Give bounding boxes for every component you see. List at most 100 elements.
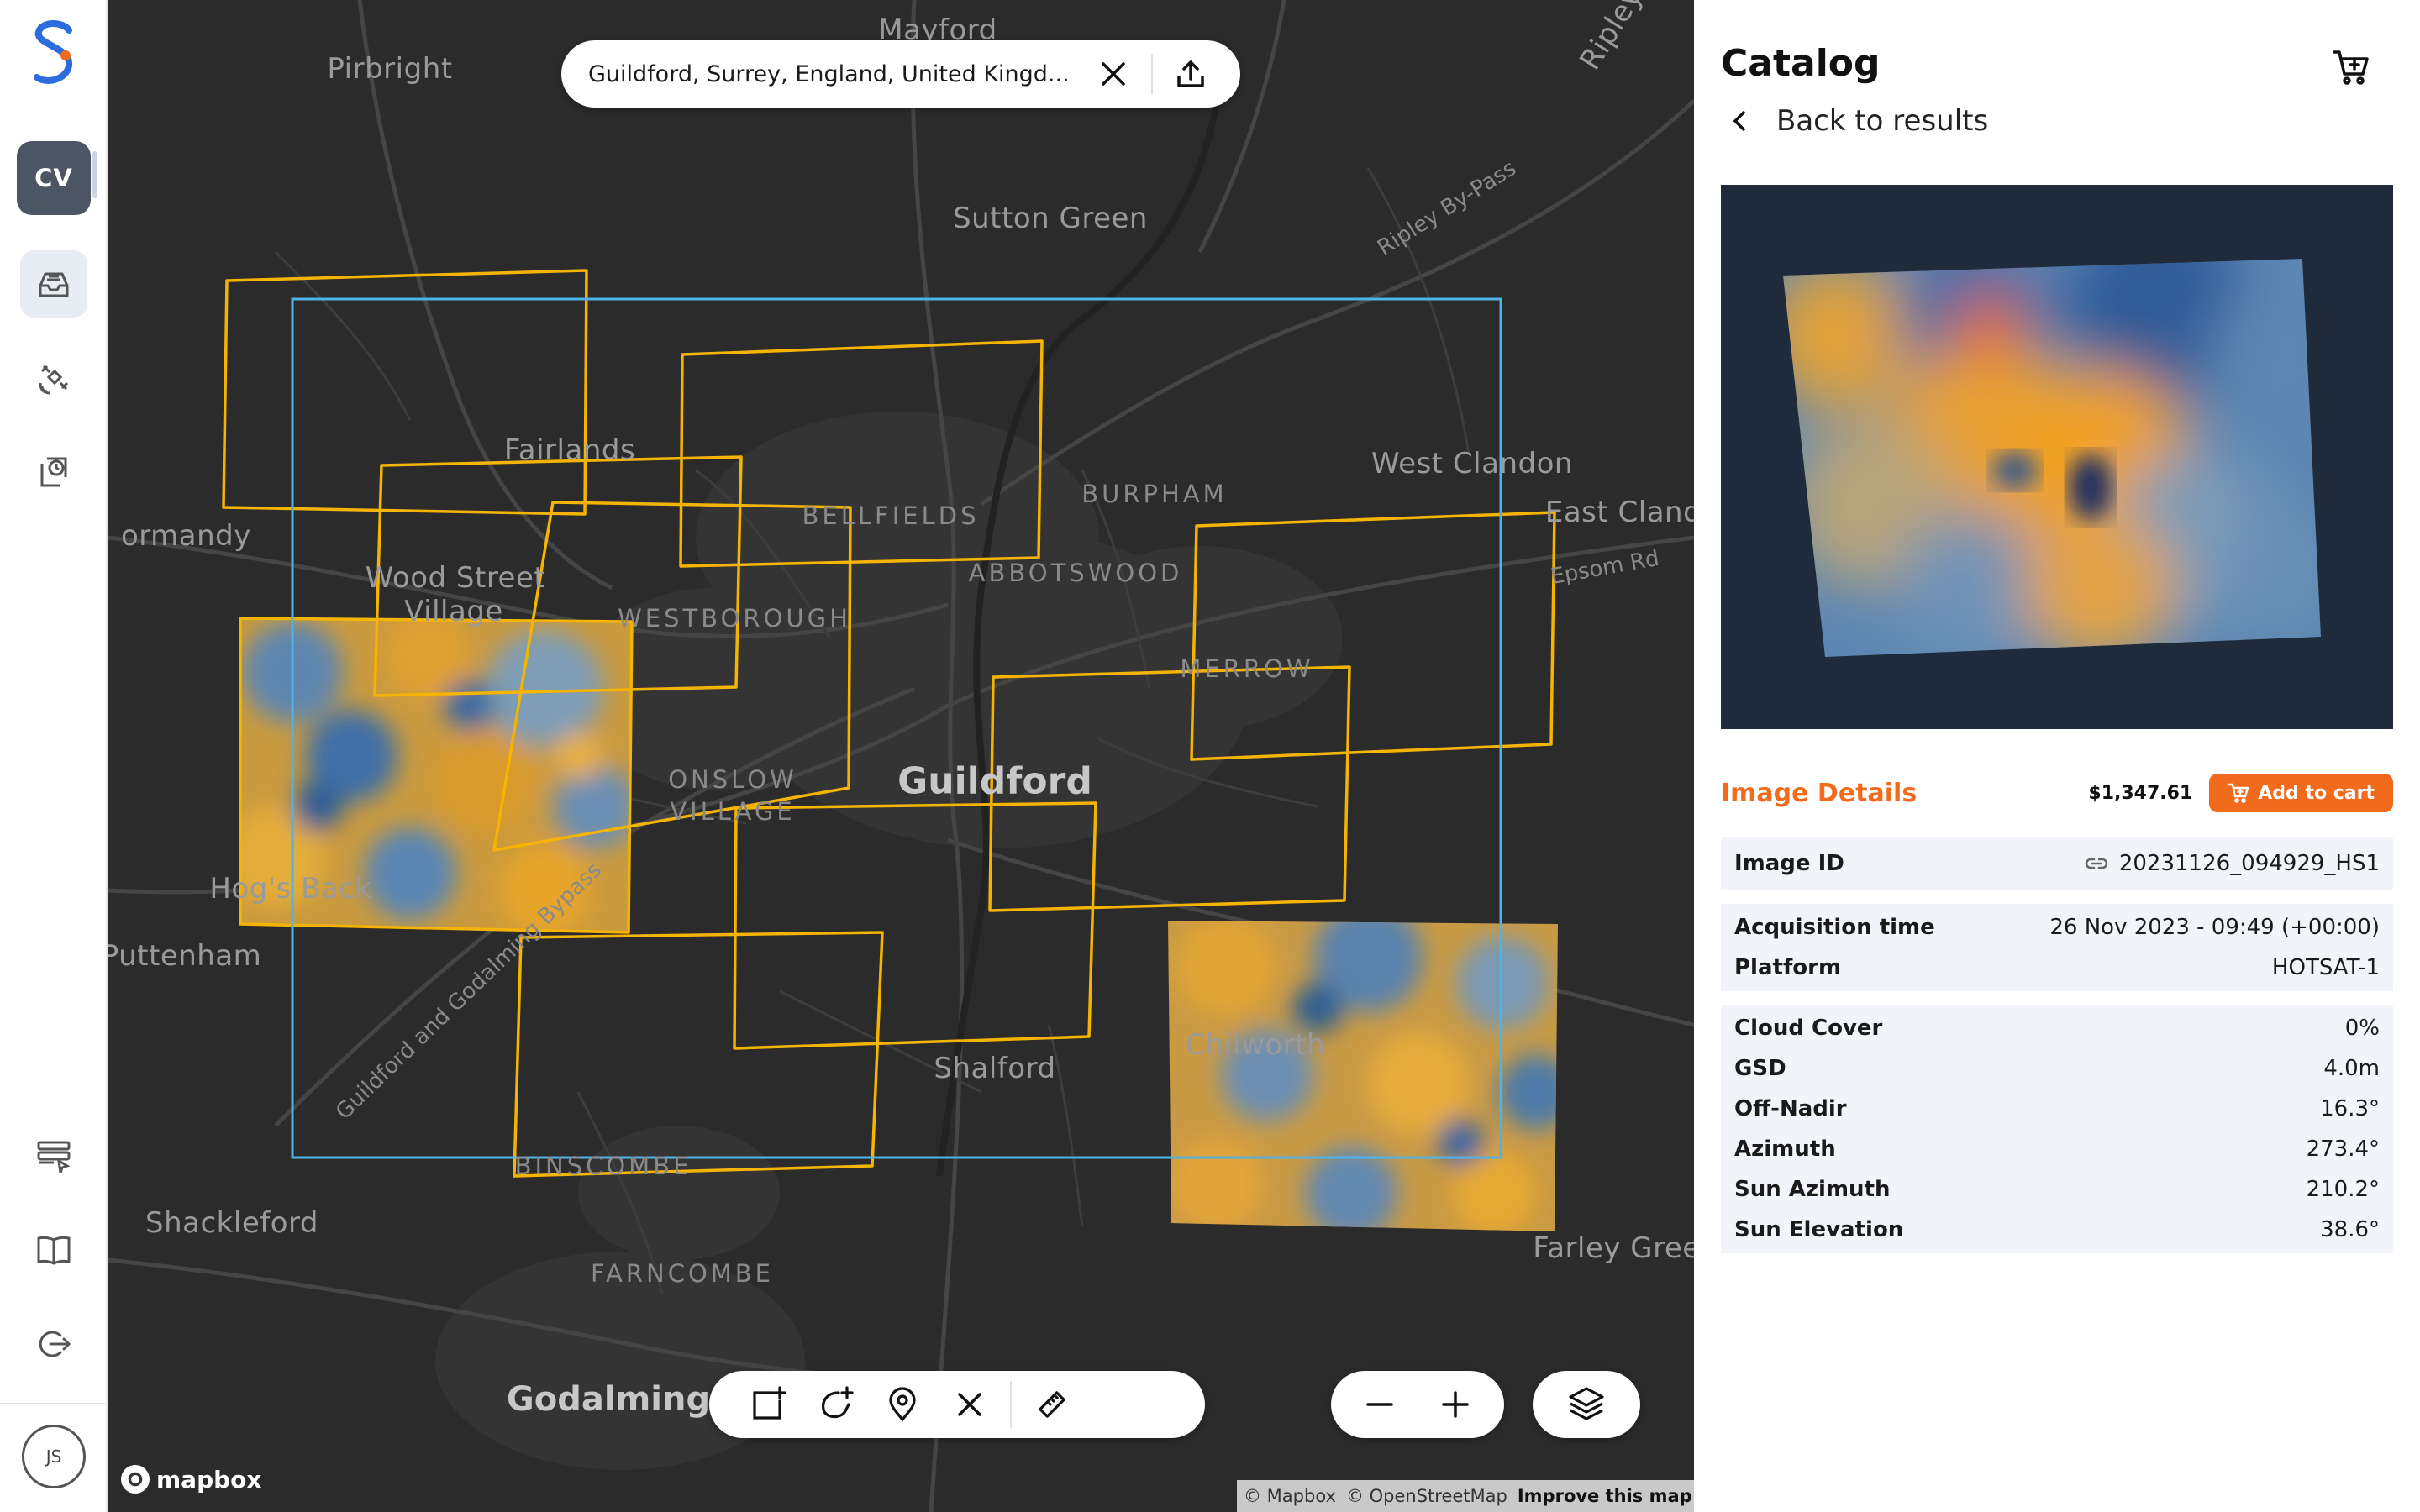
info-label: Image ID bbox=[1734, 851, 1844, 876]
info-label: Azimuth bbox=[1734, 1137, 1836, 1162]
place-label: Godalming bbox=[506, 1380, 711, 1419]
left-rail: CV JS bbox=[0, 0, 108, 1512]
basemap bbox=[108, 0, 1694, 1512]
nav-catalog[interactable] bbox=[20, 250, 87, 318]
info-value: 4.0m bbox=[2323, 1056, 2380, 1081]
plus-icon bbox=[1442, 1391, 1469, 1418]
info-value: HOTSAT-1 bbox=[2271, 955, 2380, 980]
place-label: Shackleford bbox=[145, 1206, 318, 1240]
mapbox-logo[interactable]: mapbox bbox=[121, 1465, 261, 1494]
satellite-icon bbox=[39, 365, 69, 395]
drop-pin-button[interactable] bbox=[869, 1375, 936, 1434]
info-value: 16.3° bbox=[2320, 1096, 2380, 1121]
divider bbox=[1151, 54, 1153, 94]
close-icon bbox=[1102, 62, 1125, 86]
info-value: 38.6° bbox=[2320, 1217, 2380, 1242]
history-clock-icon bbox=[40, 457, 67, 487]
catalog-tray-icon bbox=[39, 272, 69, 297]
mapbox-logo-icon bbox=[121, 1465, 150, 1494]
back-to-results-link[interactable]: Back to results bbox=[1728, 104, 1988, 138]
place-label: Farley Gree bbox=[1533, 1231, 1694, 1265]
place-label: West Clandon bbox=[1371, 447, 1573, 480]
acquisition-block: Acquisition time 26 Nov 2023 - 09:49 (+0… bbox=[1721, 904, 2393, 991]
info-row: GSD 4.0m bbox=[1734, 1048, 2380, 1089]
info-row: Sun Elevation 38.6° bbox=[1734, 1210, 2380, 1250]
link-icon[interactable] bbox=[2084, 851, 2109, 876]
mapbox-attribution-link[interactable]: © Mapbox bbox=[1244, 1486, 1336, 1506]
place-label: Puttenham bbox=[108, 939, 262, 973]
thermal-overlay-east bbox=[1168, 921, 1558, 1231]
place-label: ormandy bbox=[121, 519, 251, 553]
cart-icon[interactable] bbox=[2331, 47, 2371, 87]
info-label: Sun Elevation bbox=[1734, 1217, 1904, 1242]
active-indicator bbox=[92, 151, 97, 198]
info-label: Sun Azimuth bbox=[1734, 1177, 1891, 1202]
place-label: MERROW bbox=[1180, 654, 1314, 683]
upload-aoi-button[interactable] bbox=[1161, 45, 1220, 103]
upload-icon bbox=[1177, 60, 1204, 87]
details-title: Image Details bbox=[1721, 778, 1918, 808]
info-row: Sun Azimuth 210.2° bbox=[1734, 1169, 2380, 1210]
tasks-list-icon bbox=[37, 1141, 71, 1173]
info-label: Cloud Cover bbox=[1734, 1016, 1883, 1041]
image-id-value: 20231126_094929_HS1 bbox=[2118, 851, 2380, 876]
place-label-city: Guildford bbox=[897, 759, 1092, 803]
place-label: Village bbox=[404, 595, 503, 628]
nav-docs[interactable] bbox=[20, 1216, 87, 1284]
add-to-cart-button[interactable]: Add to cart bbox=[2209, 774, 2393, 812]
clear-drawing-button[interactable] bbox=[936, 1375, 1003, 1434]
place-label: BURPHAM bbox=[1081, 480, 1228, 508]
mapbox-logo-text: mapbox bbox=[156, 1465, 262, 1494]
draw-polygon-button[interactable] bbox=[802, 1375, 869, 1434]
osm-attribution-link[interactable]: © OpenStreetMap bbox=[1346, 1486, 1507, 1506]
layers-button[interactable] bbox=[1533, 1371, 1640, 1438]
place-label: Hog's Back bbox=[209, 872, 372, 906]
measure-button[interactable] bbox=[1018, 1375, 1086, 1434]
zoom-in-button[interactable] bbox=[1426, 1375, 1485, 1434]
ruler-icon bbox=[1039, 1391, 1065, 1418]
place-label: ONSLOW bbox=[668, 765, 797, 794]
panel-title: Catalog bbox=[1721, 42, 1881, 85]
place-label: FARNCOMBE bbox=[590, 1259, 775, 1288]
logout-icon bbox=[39, 1331, 71, 1357]
info-value: 20231126_094929_HS1 bbox=[2084, 851, 2380, 876]
image-preview[interactable] bbox=[1721, 185, 2393, 729]
place-label: VILLAGE bbox=[670, 797, 796, 826]
stacked-s-logo-icon[interactable] bbox=[30, 18, 77, 91]
place-label: Pirbright bbox=[327, 52, 453, 86]
draw-polygon-icon bbox=[822, 1386, 854, 1419]
info-row: Acquisition time 26 Nov 2023 - 09:49 (+0… bbox=[1734, 907, 2380, 948]
minus-icon bbox=[1366, 1403, 1393, 1406]
book-icon bbox=[37, 1236, 71, 1265]
nav-tasks[interactable] bbox=[20, 1122, 87, 1189]
image-details-header: Image Details $1,347.61 Add to cart bbox=[1721, 771, 2393, 815]
workspace-badge[interactable]: CV bbox=[17, 141, 91, 215]
improve-map-link[interactable]: Improve this map bbox=[1518, 1486, 1692, 1506]
draw-rectangle-button[interactable] bbox=[734, 1375, 802, 1434]
zoom-out-button[interactable] bbox=[1350, 1375, 1409, 1434]
map-canvas[interactable]: Mayford Pirbright Ripley Sutton Green Ri… bbox=[108, 0, 1694, 1512]
search-input[interactable]: Guildford, Surrey, England, United Kingd… bbox=[588, 61, 1084, 87]
nav-tasking[interactable] bbox=[20, 344, 87, 412]
info-label: GSD bbox=[1734, 1056, 1786, 1081]
add-cart-icon bbox=[2228, 783, 2249, 803]
clear-search-button[interactable] bbox=[1084, 45, 1143, 103]
price-label: $1,347.61 bbox=[2088, 782, 2193, 804]
add-to-cart-label: Add to cart bbox=[2258, 782, 2375, 804]
info-label: Platform bbox=[1734, 955, 1842, 980]
nav-history[interactable] bbox=[20, 438, 87, 506]
preview-thumbnail bbox=[1783, 259, 2321, 657]
info-value: 273.4° bbox=[2306, 1137, 2380, 1162]
draw-toolbar bbox=[709, 1371, 1205, 1438]
info-value: 26 Nov 2023 - 09:49 (+00:00) bbox=[2049, 915, 2380, 940]
layers-icon bbox=[1569, 1387, 1604, 1420]
place-label: WESTBOROUGH bbox=[618, 604, 851, 633]
info-row: Image ID 20231126_094929_HS1 bbox=[1734, 843, 2380, 884]
info-row: Azimuth 273.4° bbox=[1734, 1129, 2380, 1169]
nav-logout[interactable] bbox=[20, 1310, 87, 1378]
metrics-block: Cloud Cover 0% GSD 4.0m Off-Nadir 16.3° … bbox=[1721, 1005, 2393, 1253]
user-avatar[interactable]: JS bbox=[22, 1425, 86, 1488]
divider bbox=[1010, 1381, 1012, 1428]
close-icon bbox=[958, 1393, 981, 1416]
back-label: Back to results bbox=[1776, 104, 1989, 138]
